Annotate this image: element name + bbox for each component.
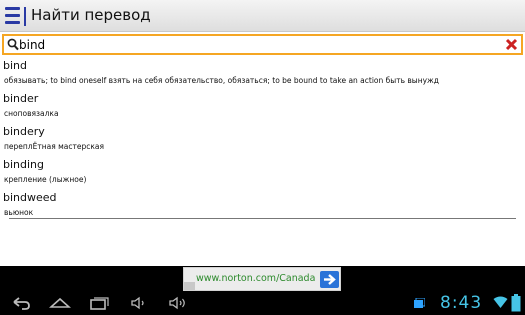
search-box[interactable] xyxy=(2,34,523,55)
result-word: binder xyxy=(3,92,39,105)
result-translation: переплЁтная мастерская xyxy=(4,142,104,151)
app-title: Найти перевод xyxy=(31,6,151,24)
ad-link[interactable]: www.norton.com/Canada xyxy=(196,273,315,284)
result-translation: крепление (лыжное) xyxy=(4,175,87,184)
action-bar: Найти перевод xyxy=(0,0,525,32)
menu-icon[interactable] xyxy=(5,7,20,24)
back-icon[interactable] xyxy=(10,295,32,311)
result-word: bindery xyxy=(3,125,45,138)
ad-area: www.norton.com/Canada xyxy=(0,266,525,292)
volume-down-icon[interactable] xyxy=(128,295,150,311)
list-item[interactable]: binder сноповязалка xyxy=(0,91,525,124)
home-icon[interactable] xyxy=(49,295,71,311)
arrow-right-icon xyxy=(324,274,336,285)
ad-banner[interactable]: www.norton.com/Canada xyxy=(183,267,341,291)
result-word: binding xyxy=(3,158,45,171)
title-divider xyxy=(24,7,26,26)
clock: 8:43 xyxy=(440,293,483,313)
list-item[interactable]: binding крепление (лыжное) xyxy=(0,157,525,190)
result-word: bind xyxy=(3,59,27,72)
recent-apps-icon[interactable] xyxy=(88,295,110,311)
result-translation: обязывать; to bind oneself взять на себя… xyxy=(4,76,439,85)
list-divider xyxy=(9,218,516,219)
result-translation: вьюнок xyxy=(4,208,34,217)
search-icon xyxy=(7,38,19,51)
list-item[interactable]: bindery переплЁтная мастерская xyxy=(0,124,525,157)
ad-marker-icon xyxy=(184,282,195,290)
search-input[interactable] xyxy=(19,36,489,53)
volume-up-icon[interactable] xyxy=(167,295,189,311)
wifi-icon xyxy=(493,296,508,308)
result-word: bindweed xyxy=(3,191,57,204)
list-item[interactable]: bind обязывать; to bind oneself взять на… xyxy=(0,58,525,91)
battery-icon xyxy=(511,294,521,312)
system-bar: 8:43 xyxy=(0,292,525,315)
notification-icon[interactable] xyxy=(413,298,425,309)
clear-icon[interactable] xyxy=(505,38,518,51)
ad-arrow-button[interactable] xyxy=(320,271,339,288)
result-translation: сноповязалка xyxy=(4,109,59,118)
content-area: bind обязывать; to bind oneself взять на… xyxy=(0,32,525,266)
